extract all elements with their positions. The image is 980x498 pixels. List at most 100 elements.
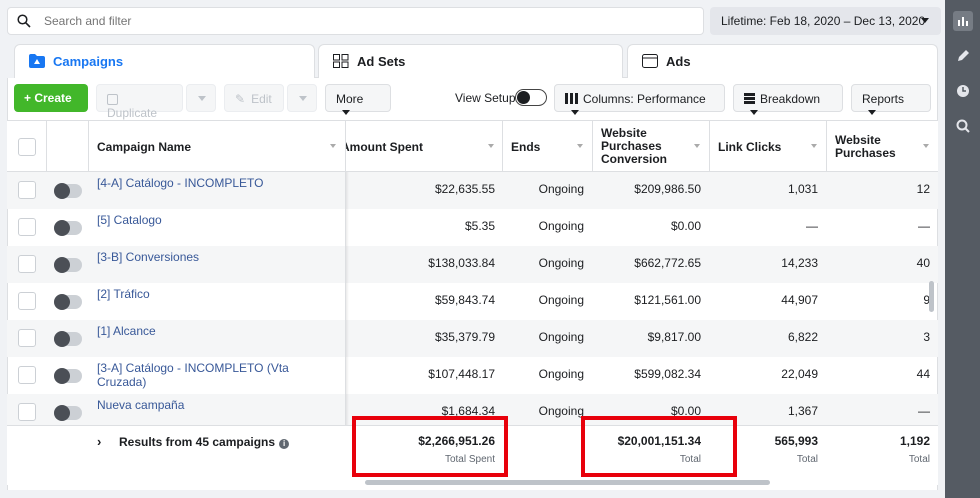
- campaign-status-toggle[interactable]: [54, 257, 82, 273]
- total-website-purchases: 1,192 Total: [827, 426, 938, 484]
- table-row[interactable]: [1] Alcance $35,379.79 Ongoing $9,817.00 6,8…: [7, 320, 938, 357]
- search-bar[interactable]: [7, 7, 704, 35]
- amount-spent-cell: $107,448.17: [428, 367, 495, 381]
- table-row[interactable]: [3-B] Conversiones $138,033.84 Ongoing $662…: [7, 246, 938, 283]
- row-checkbox[interactable]: [18, 181, 36, 199]
- pencil-icon[interactable]: [953, 46, 973, 66]
- duplicate-button[interactable]: Duplicate: [96, 84, 183, 120]
- date-range-picker[interactable]: Lifetime: Feb 18, 2020 – Dec 13, 2020: [710, 7, 941, 35]
- row-checkbox[interactable]: [18, 329, 36, 347]
- row-checkbox[interactable]: [18, 403, 36, 421]
- table-row[interactable]: [3-A] Catálogo - INCOMPLETO (Vta Cruzada…: [7, 357, 938, 394]
- table-row[interactable]: [5] Catalogo $5.35 Ongoing $0.00 — —: [7, 209, 938, 246]
- highlight-total-conversion: [581, 416, 737, 477]
- header-select-cell: [7, 121, 47, 172]
- column-divider: [46, 121, 47, 173]
- horizontal-scrollbar[interactable]: [365, 480, 770, 485]
- table-row[interactable]: [2] Tráfico $59,843.74 Ongoing $121,561.00 4…: [7, 283, 938, 320]
- campaign-name-link[interactable]: [3-A] Catálogo - INCOMPLETO (Vta Cruzada…: [89, 357, 345, 394]
- breakdown-button[interactable]: Breakdown: [733, 84, 843, 115]
- total-value: 1,192: [899, 434, 930, 448]
- clock-icon[interactable]: [953, 81, 973, 101]
- duplicate-dropdown-button[interactable]: [186, 84, 216, 112]
- campaign-name-link[interactable]: [5] Catalogo: [89, 209, 345, 246]
- reports-label: Reports: [862, 92, 905, 106]
- edit-button[interactable]: ✎ Edit: [224, 84, 284, 112]
- tab-ads[interactable]: Ads: [627, 44, 938, 78]
- chevron-down-icon: [750, 110, 758, 115]
- more-button[interactable]: More: [325, 84, 391, 115]
- chevron-down-icon: [198, 96, 206, 101]
- campaign-name-link[interactable]: [2] Tráfico: [89, 283, 345, 320]
- row-checkbox[interactable]: [18, 292, 36, 310]
- breakdown-icon: [744, 93, 755, 104]
- edit-dropdown-button[interactable]: [287, 84, 317, 112]
- header-link-clicks[interactable]: Link Clicks: [710, 121, 826, 172]
- header-campaign-name[interactable]: Campaign Name: [89, 121, 345, 172]
- conversion-cell: $209,986.50: [634, 182, 701, 196]
- highlight-total-spent: [352, 416, 508, 477]
- columns-button[interactable]: Columns: Performance: [554, 84, 725, 115]
- campaign-status-toggle[interactable]: [54, 294, 82, 310]
- more-label: More: [336, 92, 364, 106]
- row-checkbox[interactable]: [18, 218, 36, 236]
- select-all-checkbox[interactable]: [18, 137, 36, 156]
- toggle-knob: [54, 405, 70, 421]
- website-purchases-cell: 12: [916, 182, 930, 196]
- ends-cell: Ongoing: [538, 182, 584, 196]
- sort-icon: [488, 144, 494, 148]
- tab-campaigns[interactable]: Campaigns: [14, 44, 315, 82]
- results-label: Results from 45 campaigns: [119, 435, 276, 449]
- campaign-status-toggle[interactable]: [54, 183, 82, 199]
- header-ends[interactable]: Ends: [503, 121, 592, 172]
- link-clicks-cell: 14,233: [781, 256, 818, 270]
- tab-ad-sets[interactable]: Ad Sets: [318, 44, 623, 78]
- campaign-status-toggle[interactable]: [54, 331, 82, 347]
- ads-window-icon: [642, 54, 658, 68]
- sort-icon: [577, 144, 583, 148]
- website-purchases-cell: —: [918, 219, 930, 233]
- campaign-name-link[interactable]: [4-A] Catálogo - INCOMPLETO: [89, 172, 345, 209]
- sort-icon: [694, 144, 700, 148]
- header-label: Campaign Name: [97, 139, 192, 154]
- ends-cell: Ongoing: [538, 367, 584, 381]
- header-website-purchases[interactable]: Website Purchases: [827, 121, 938, 172]
- campaign-name-link[interactable]: [3-B] Conversiones: [89, 246, 345, 283]
- campaign-status-toggle[interactable]: [54, 405, 82, 421]
- view-setup-label: View Setup: [455, 91, 516, 105]
- conversion-cell: $0.00: [670, 219, 701, 233]
- right-rail: [945, 0, 980, 498]
- ends-cell: Ongoing: [538, 256, 584, 270]
- ends-cell: Ongoing: [538, 219, 584, 233]
- header-amount-spent[interactable]: Amount Spent: [346, 121, 503, 172]
- pencil-icon: ✎: [235, 92, 246, 106]
- campaign-name-link[interactable]: [1] Alcance: [89, 320, 345, 357]
- create-button[interactable]: + Create: [14, 84, 88, 112]
- ends-cell: Ongoing: [538, 293, 584, 307]
- table-row[interactable]: [4-A] Catálogo - INCOMPLETO $22,635.55 Ong…: [7, 172, 938, 209]
- info-icon[interactable]: i: [279, 439, 290, 449]
- link-clicks-cell: 6,822: [787, 330, 818, 344]
- bar-chart-icon[interactable]: [953, 11, 973, 31]
- row-checkbox[interactable]: [18, 255, 36, 273]
- chevron-right-icon: ›: [97, 434, 102, 449]
- row-checkbox[interactable]: [18, 366, 36, 384]
- campaign-status-toggle[interactable]: [54, 368, 82, 384]
- vertical-scrollbar[interactable]: [929, 281, 934, 312]
- tab-label: Ad Sets: [357, 54, 406, 69]
- header-label: Amount Spent: [346, 139, 423, 154]
- duplicate-label: Duplicate: [107, 106, 158, 120]
- search-zoom-icon[interactable]: [953, 116, 973, 136]
- amount-spent-cell: $59,843.74: [434, 293, 495, 307]
- campaign-status-toggle[interactable]: [54, 220, 82, 236]
- sort-icon: [811, 144, 817, 148]
- view-setup-toggle[interactable]: [515, 89, 547, 106]
- amount-spent-cell: $138,033.84: [428, 256, 495, 270]
- edit-label: Edit: [251, 92, 272, 106]
- tab-label: Ads: [666, 54, 691, 69]
- reports-button[interactable]: Reports: [851, 84, 931, 115]
- search-input[interactable]: [44, 10, 684, 32]
- header-website-purchases-conversion[interactable]: Website Purchases Conversion: [593, 121, 709, 172]
- conversion-cell: $662,772.65: [634, 256, 701, 270]
- link-clicks-cell: —: [806, 219, 818, 233]
